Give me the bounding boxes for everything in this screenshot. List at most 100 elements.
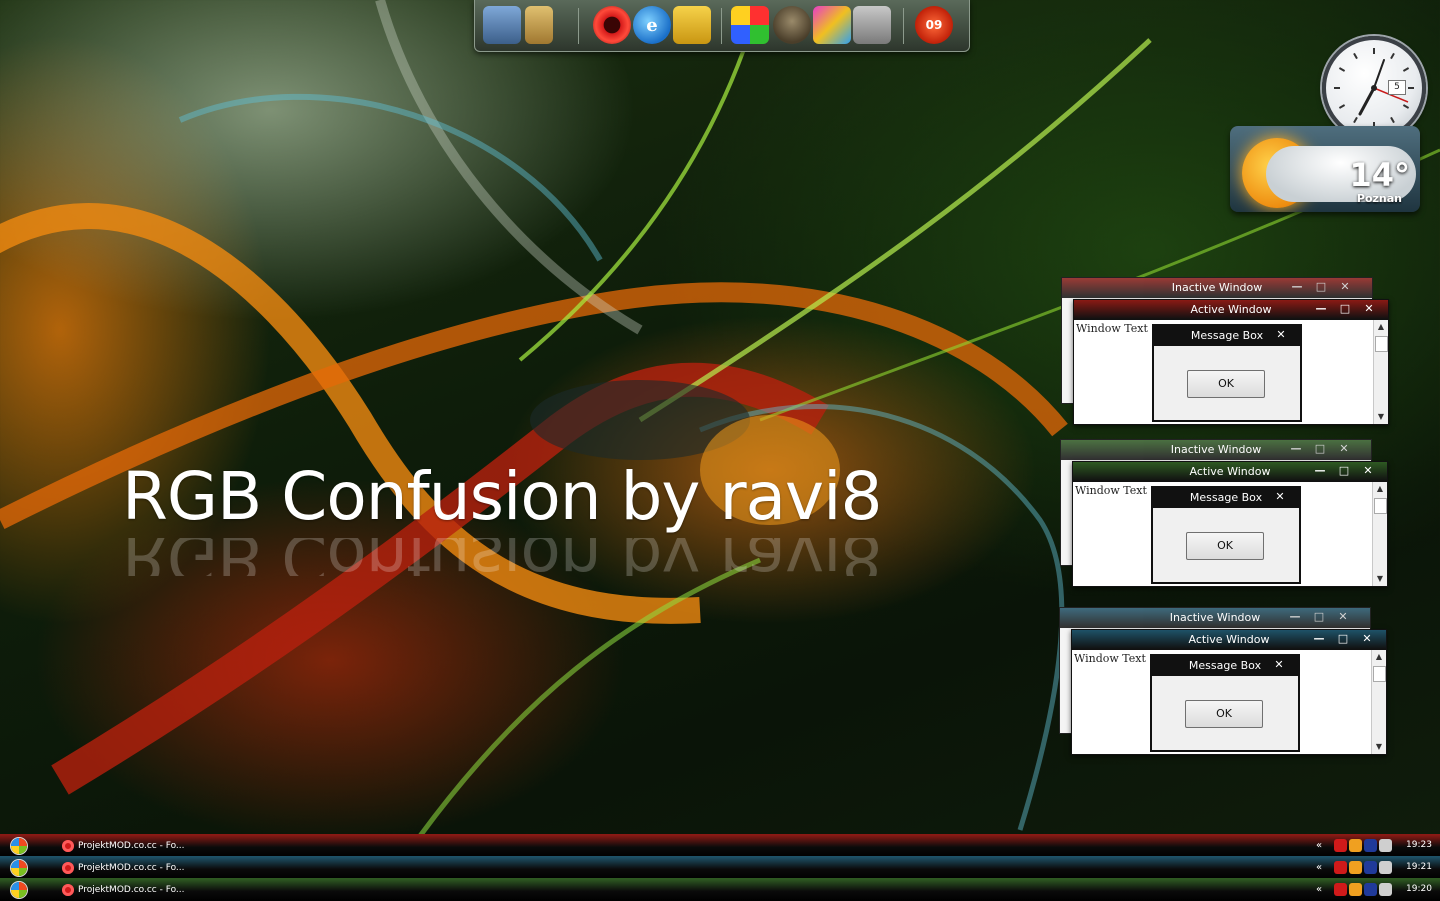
minimize-icon[interactable]: —: [1288, 279, 1306, 295]
opera-icon: [62, 884, 74, 896]
close-icon[interactable]: ✕: [1360, 301, 1378, 317]
system-tray: [1334, 883, 1392, 897]
sun-tray-icon[interactable]: [1349, 839, 1362, 852]
taskbar-item[interactable]: ProjektMOD.co.cc - Fo...: [62, 859, 242, 877]
computer-icon[interactable]: [483, 6, 521, 44]
clock-time[interactable]: 19:20: [1406, 884, 1432, 894]
clock-time[interactable]: 19:21: [1406, 862, 1432, 872]
scroll-down-arrow-icon[interactable]: ▼: [1373, 572, 1387, 586]
ok-button[interactable]: OK: [1185, 700, 1263, 728]
speaker-tray-icon[interactable]: [1379, 839, 1392, 852]
close-icon[interactable]: ✕: [1336, 279, 1354, 295]
network-tray-icon[interactable]: [1364, 861, 1377, 874]
scroll-up-arrow-icon[interactable]: ▲: [1372, 650, 1386, 664]
paint-icon[interactable]: [813, 6, 851, 44]
start-button[interactable]: [11, 838, 27, 854]
maximize-icon[interactable]: □: [1312, 279, 1330, 295]
tray-expand-icon[interactable]: «: [1316, 884, 1322, 895]
taskbar-item-label: ProjektMOD.co.cc - Fo...: [78, 841, 185, 851]
message-box-titlebar: Message Box ✕: [1154, 326, 1300, 346]
system-tray: [1334, 839, 1392, 853]
minimize-icon[interactable]: —: [1312, 301, 1330, 317]
maximize-icon[interactable]: □: [1310, 609, 1328, 625]
media-icon[interactable]: [731, 6, 769, 44]
message-box-title: Message Box: [1190, 329, 1264, 342]
tray-expand-icon[interactable]: «: [1316, 840, 1322, 851]
close-icon[interactable]: ✕: [1334, 609, 1352, 625]
active-window-titlebar: Active Window — □ ✕: [1073, 462, 1387, 482]
vertical-scrollbar[interactable]: ▲ ▼: [1373, 320, 1388, 424]
inactive-window-title: Inactive Window: [1169, 611, 1261, 624]
tray-expand-icon[interactable]: «: [1316, 862, 1322, 873]
scroll-thumb[interactable]: [1375, 336, 1388, 352]
scroll-thumb[interactable]: [1373, 666, 1386, 682]
calendar-icon[interactable]: 09: [915, 6, 953, 44]
window-preview-blue: Inactive Window — □ ✕ Active Window — □ ✕ Window…: [1059, 607, 1391, 757]
notepad-icon[interactable]: [673, 6, 711, 44]
minimize-icon[interactable]: —: [1287, 441, 1305, 457]
sun-tray-icon[interactable]: [1349, 883, 1362, 896]
close-icon[interactable]: ✕: [1272, 327, 1290, 343]
inactive-window-titlebar: Inactive Window — □ ✕: [1062, 278, 1372, 298]
internet-explorer-icon[interactable]: e: [633, 6, 671, 44]
inactive-window-titlebar: Inactive Window — □ ✕: [1060, 608, 1370, 628]
ok-button[interactable]: OK: [1187, 370, 1265, 398]
minimize-icon[interactable]: —: [1310, 631, 1328, 647]
active-window-body: Window Text ▲ ▼ Message Box ✕ OK: [1074, 320, 1388, 424]
weather-city: Poznan: [1356, 192, 1402, 205]
minimize-icon[interactable]: —: [1311, 463, 1329, 479]
dock-separator: [903, 8, 904, 44]
close-icon[interactable]: ✕: [1359, 463, 1377, 479]
message-box-title: Message Box: [1188, 659, 1262, 672]
ok-button[interactable]: OK: [1186, 532, 1264, 560]
network-tray-icon[interactable]: [1364, 883, 1377, 896]
active-window-title: Active Window: [1189, 465, 1271, 478]
calendar-badge: 09: [925, 18, 943, 32]
close-icon[interactable]: ✕: [1271, 489, 1289, 505]
maximize-icon[interactable]: □: [1311, 441, 1329, 457]
opera-tray-icon[interactable]: [1334, 883, 1347, 896]
scroll-down-arrow-icon[interactable]: ▼: [1372, 740, 1386, 754]
minimize-icon[interactable]: —: [1286, 609, 1304, 625]
speaker-tray-icon[interactable]: [1379, 883, 1392, 896]
active-window[interactable]: Active Window — □ ✕ Window Text ▲ ▼ Message Box…: [1073, 299, 1389, 425]
start-button[interactable]: [11, 860, 27, 876]
maximize-icon[interactable]: □: [1336, 301, 1354, 317]
weather-gadget[interactable]: 14° Poznan: [1230, 126, 1420, 212]
maximize-icon[interactable]: □: [1334, 631, 1352, 647]
active-window-titlebar: Active Window — □ ✕: [1072, 630, 1386, 650]
close-icon[interactable]: ✕: [1358, 631, 1376, 647]
wallpaper-title: RGB Confusion by ravi8: [122, 458, 882, 535]
scroll-down-arrow-icon[interactable]: ▼: [1374, 410, 1388, 424]
speaker-tray-icon[interactable]: [1379, 861, 1392, 874]
close-icon[interactable]: ✕: [1335, 441, 1353, 457]
scroll-up-arrow-icon[interactable]: ▲: [1373, 482, 1387, 496]
opera-tray-icon[interactable]: [1334, 839, 1347, 852]
active-window-title: Active Window: [1188, 633, 1270, 646]
vertical-scrollbar[interactable]: ▲ ▼: [1371, 650, 1386, 754]
opera-tray-icon[interactable]: [1334, 861, 1347, 874]
clock-hour-hand: [1358, 86, 1376, 116]
sun-tray-icon[interactable]: [1349, 861, 1362, 874]
active-window[interactable]: Active Window — □ ✕ Window Text ▲ ▼ Message Box…: [1071, 629, 1387, 755]
clock-gadget[interactable]: 5: [1322, 36, 1426, 140]
clock-minute-hand: [1373, 59, 1385, 89]
network-tray-icon[interactable]: [1364, 839, 1377, 852]
folder-icon[interactable]: [525, 6, 553, 44]
taskbar-item-label: ProjektMOD.co.cc - Fo...: [78, 885, 185, 895]
scroll-thumb[interactable]: [1374, 498, 1387, 514]
vertical-scrollbar[interactable]: ▲ ▼: [1372, 482, 1387, 586]
message-box: Message Box ✕ OK: [1150, 654, 1300, 752]
opera-icon[interactable]: [593, 6, 631, 44]
close-icon[interactable]: ✕: [1270, 657, 1288, 673]
gimp-icon[interactable]: [773, 6, 811, 44]
taskbar-item[interactable]: ProjektMOD.co.cc - Fo...: [62, 881, 242, 899]
maximize-icon[interactable]: □: [1335, 463, 1353, 479]
window-text: Window Text: [1074, 652, 1146, 665]
scroll-up-arrow-icon[interactable]: ▲: [1374, 320, 1388, 334]
active-window[interactable]: Active Window — □ ✕ Window Text ▲ ▼ Message Box…: [1072, 461, 1388, 587]
taskbar-item[interactable]: ProjektMOD.co.cc - Fo...: [62, 837, 242, 855]
start-button[interactable]: [11, 882, 27, 898]
tools-icon[interactable]: [853, 6, 891, 44]
clock-time[interactable]: 19:23: [1406, 840, 1432, 850]
